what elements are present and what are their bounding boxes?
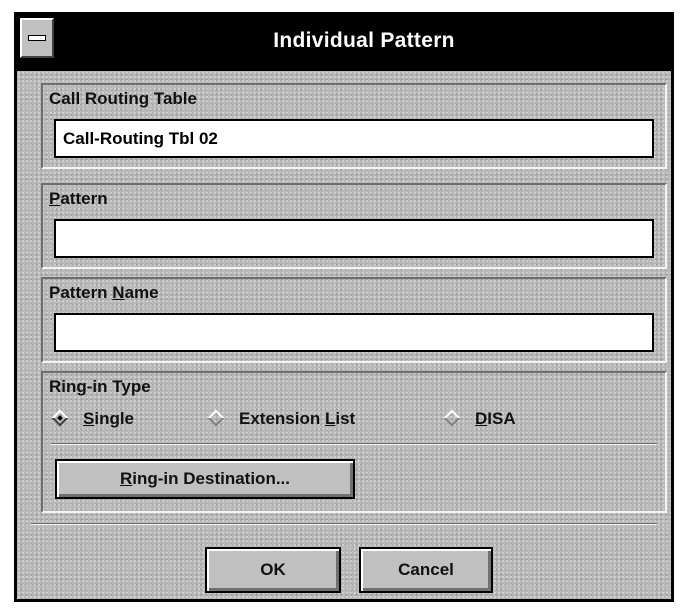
ring-in-destination-mnemonic: R [120,469,133,488]
call-routing-table-field[interactable] [54,119,654,158]
radio-disa-mnemonic: D [475,409,488,428]
radio-diamond-unselected-icon [443,409,461,427]
radio-single-label: Single [83,409,134,429]
ring-in-divider [51,443,657,445]
dialog-window: Individual Pattern Call Routing Table Pa… [14,12,674,602]
system-menu-icon[interactable] [20,18,54,58]
pattern-name-label-mnemonic: N [112,283,125,302]
radio-single-mnemonic: S [83,409,95,428]
call-routing-table-group: Call Routing Table [41,83,667,169]
pattern-field[interactable] [54,219,654,258]
pattern-name-field[interactable] [54,313,654,352]
radio-diamond-icon [51,409,71,429]
pattern-name-group: Pattern Name [41,277,667,363]
pattern-label: Pattern [49,189,108,209]
radio-diamond-selected-icon [51,409,69,427]
ring-in-type-options: Single Extension List DISA [51,406,657,434]
ring-in-destination-label: Ring-in Destination... [120,469,290,489]
call-routing-table-label: Call Routing Table [49,89,197,108]
pattern-name-label: Pattern Name [49,283,159,303]
pattern-label-rest: attern [60,189,108,208]
radio-disa-label: DISA [475,409,516,429]
ok-button[interactable]: OK [205,547,341,593]
radio-extension-list-mnemonic: L [324,409,336,428]
pattern-label-mnemonic: P [49,189,61,208]
radio-disa-rest: ISA [487,409,516,428]
cancel-button[interactable]: Cancel [359,547,493,593]
radio-diamond-icon [207,409,227,429]
window-title: Individual Pattern [273,29,455,52]
radio-disa[interactable]: DISA [443,406,516,432]
pattern-name-label-prefix: Pattern [49,283,113,302]
pattern-name-label-rest: ame [124,283,159,302]
ring-in-destination-button[interactable]: Ring-in Destination... [55,459,355,499]
ring-in-destination-rest: ing-in Destination... [132,469,290,488]
radio-diamond-icon [443,409,463,429]
footer-separator [31,523,657,525]
radio-extension-list-prefix: Extension [239,409,325,428]
radio-diamond-unselected-icon [207,409,225,427]
radio-extension-list-rest: ist [335,409,356,428]
radio-single-rest: ingle [94,409,135,428]
ring-in-type-label: Ring-in Type [49,377,151,396]
radio-extension-list-label: Extension List [239,409,355,429]
system-menu-bar-icon [28,35,46,41]
radio-extension-list[interactable]: Extension List [207,406,355,432]
title-bar[interactable]: Individual Pattern [17,15,671,71]
radio-single[interactable]: Single [51,406,134,432]
pattern-group: Pattern [41,183,667,269]
ring-in-type-group: Ring-in Type Single Extension List DISA … [41,371,667,513]
